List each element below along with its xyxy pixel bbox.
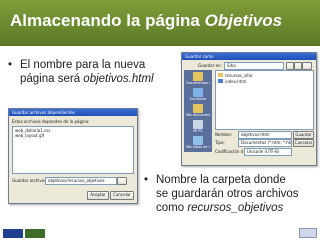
place-network[interactable]: Mis sitios de red <box>186 136 210 154</box>
filename-input[interactable]: objetivos.html <box>238 131 292 139</box>
file-list-item[interactable]: recursos_sitio <box>218 73 278 78</box>
file-list[interactable]: recursos_sitio index.html <box>215 70 314 130</box>
save-as-dialog: Guardar como Guardar en: Sitio Documento… <box>181 52 317 166</box>
sponsor-logo <box>299 228 317 238</box>
bullet-1-line-1: El nombre para la nueva <box>20 59 146 71</box>
bullet-2-line-3: como recursos_objetivos <box>156 202 284 214</box>
places-bar: Documentos recientes Escritorio Mis docu… <box>184 70 212 152</box>
documents-folder-icon <box>193 104 203 113</box>
html-file-icon <box>218 79 223 83</box>
encoding-label: Codificación de caracteres: <box>215 149 243 154</box>
bullet-1: • El nombre para la nueva página será ob… <box>8 58 180 86</box>
dependent-files-description: Estos archivos dependen de la página: <box>12 119 90 124</box>
slide: Almacenando la página Objetivos • El nom… <box>0 0 320 240</box>
bullet-2: • Nombre la carpeta donde se guardarán o… <box>144 173 320 215</box>
cancel-button[interactable]: Cancelar <box>110 191 134 200</box>
dependent-files-dialog: Guardar archivos dependientes Estos arch… <box>8 108 138 204</box>
browse-button[interactable] <box>117 177 127 185</box>
folder-icon <box>218 73 223 77</box>
new-folder-button[interactable] <box>294 62 302 70</box>
file-list-item[interactable]: index.html <box>218 79 278 84</box>
bullet-1-line-2: página será objetivos.html <box>20 73 154 85</box>
save-in-folder: Sitio <box>227 63 236 68</box>
bullet-marker: • <box>144 174 149 186</box>
save-files-in-input[interactable]: objetivos/recursos_objetivos <box>45 177 117 185</box>
network-icon <box>193 136 203 145</box>
dependent-files-list[interactable]: web_dollaria1.css web_layout.gif <box>12 126 134 174</box>
bullet-2-line-1: Nombre la carpeta donde <box>156 174 286 186</box>
eu-flag-logo <box>3 229 23 238</box>
cancel-button[interactable]: Cancelar <box>293 139 314 147</box>
bullet-2-line-2: se guardarán otros archivos <box>156 188 299 200</box>
view-menu-button[interactable] <box>302 62 312 70</box>
save-button[interactable]: Guardar <box>293 131 314 139</box>
save-as-title: Guardar como <box>182 53 316 60</box>
list-item[interactable]: web_layout.gif <box>15 133 44 138</box>
save-in-dropdown[interactable]: Sitio <box>224 62 284 70</box>
save-in-label: Guardar en: <box>198 63 222 68</box>
filetype-dropdown[interactable]: Documentos (*.htm; *.html; *.shtml) <box>238 139 292 147</box>
ok-button[interactable]: Aceptar <box>87 191 109 200</box>
up-folder-button[interactable] <box>286 62 294 70</box>
dependent-files-title: Guardar archivos dependientes <box>9 109 137 116</box>
bullet-marker: • <box>8 59 13 71</box>
recent-folder-icon <box>193 72 203 81</box>
filename-label: Nombre: <box>215 132 233 137</box>
computer-icon <box>193 120 203 129</box>
desktop-icon <box>193 88 203 97</box>
institution-logo <box>25 229 45 238</box>
filetype-label: Tipo: <box>215 140 225 145</box>
slide-title: Almacenando la página Objetivos <box>10 11 283 30</box>
title-bar: Almacenando la página Objetivos <box>0 0 320 46</box>
encoding-dropdown[interactable]: Unicode (UTF-8) <box>244 148 292 156</box>
